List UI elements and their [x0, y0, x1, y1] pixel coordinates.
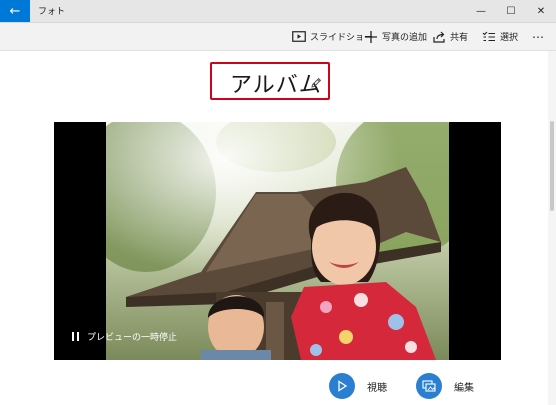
app-title: フォト — [38, 7, 66, 17]
select-label: 選択 — [500, 33, 519, 43]
slideshow-icon — [292, 31, 306, 42]
slideshow-button[interactable]: スライドショー — [292, 23, 373, 50]
album-title[interactable]: アルバム — [230, 67, 322, 99]
plus-icon — [365, 30, 377, 43]
more-button[interactable]: ⋯ — [532, 23, 544, 50]
watch-label: 視聴 — [367, 382, 387, 394]
command-bar: スライドショー 写真の追加 共有 選択 ⋯ — [0, 23, 556, 51]
album-title-highlight: アルバム — [210, 62, 330, 100]
vertical-scrollbar[interactable] — [548, 51, 556, 405]
share-icon — [433, 31, 445, 43]
watch-button[interactable]: 視聴 — [329, 372, 387, 400]
maximize-button[interactable]: ☐ — [496, 0, 526, 22]
minimize-icon: — — [476, 5, 486, 17]
close-button[interactable]: ✕ — [526, 0, 556, 22]
album-photo — [106, 122, 449, 360]
back-arrow-icon: ← — [9, 3, 21, 19]
select-button[interactable]: 選択 — [482, 23, 518, 50]
maximize-icon: ☐ — [506, 5, 516, 17]
play-icon — [329, 373, 355, 399]
edit-label: 編集 — [454, 382, 474, 394]
add-photos-label: 写真の追加 — [382, 33, 428, 43]
back-button[interactable]: ← — [0, 0, 30, 22]
pause-preview-control[interactable]: プレビューの一時停止 — [72, 330, 177, 343]
pause-preview-label: プレビューの一時停止 — [87, 333, 178, 343]
select-list-icon — [482, 31, 495, 41]
add-photos-button[interactable]: 写真の追加 — [364, 23, 427, 50]
share-label: 共有 — [450, 33, 469, 43]
title-bar: ← フォト — ☐ ✕ — [0, 0, 556, 23]
more-options-icon: ⋯ — [532, 29, 544, 44]
share-button[interactable]: 共有 — [433, 23, 468, 50]
edit-video-icon — [416, 373, 442, 399]
edit-button[interactable]: 編集 — [416, 372, 474, 400]
scrollbar-thumb[interactable] — [550, 121, 554, 211]
video-preview[interactable]: プレビューの一時停止 — [54, 122, 501, 360]
edit-pencil-icon[interactable] — [310, 77, 322, 89]
close-icon: ✕ — [536, 5, 546, 17]
pause-icon — [72, 332, 79, 341]
minimize-button[interactable]: — — [466, 0, 496, 22]
